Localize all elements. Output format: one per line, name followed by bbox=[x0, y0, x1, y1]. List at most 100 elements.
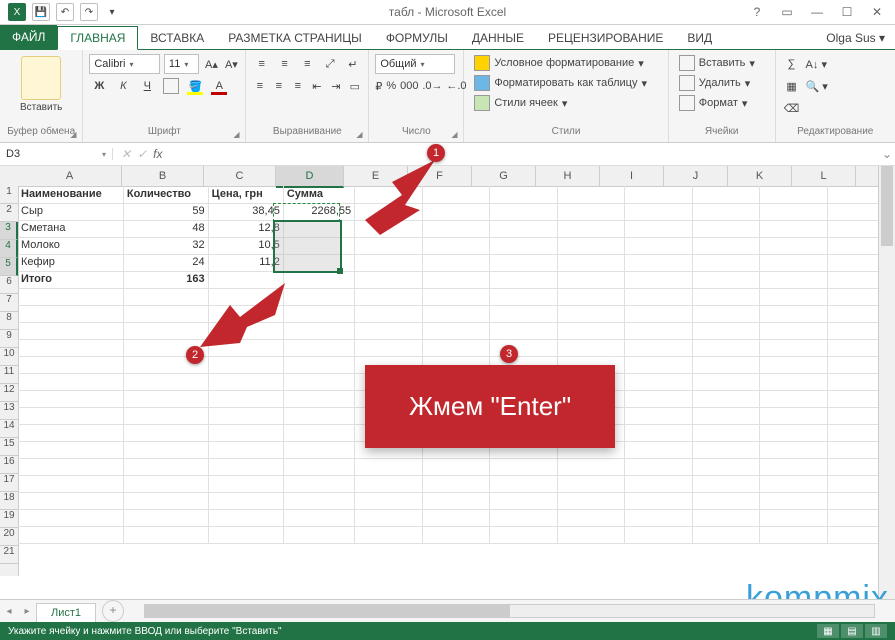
dialog-launcher-icon[interactable]: ◢ bbox=[451, 130, 461, 140]
cell[interactable] bbox=[558, 526, 625, 544]
cell[interactable] bbox=[625, 254, 692, 272]
column-header[interactable]: L bbox=[792, 166, 856, 186]
cell[interactable] bbox=[209, 271, 284, 289]
cell[interactable] bbox=[284, 288, 355, 306]
row-header[interactable]: 11 bbox=[0, 366, 18, 384]
cell[interactable] bbox=[18, 475, 124, 493]
cell[interactable] bbox=[284, 475, 355, 493]
cell[interactable] bbox=[760, 305, 827, 323]
cell[interactable] bbox=[625, 186, 692, 204]
paste-button[interactable]: Вставить bbox=[20, 54, 62, 114]
cell[interactable] bbox=[355, 526, 422, 544]
sheet-nav-prev-icon[interactable]: ◂ bbox=[0, 606, 18, 617]
cell[interactable] bbox=[284, 424, 355, 442]
cell[interactable] bbox=[490, 509, 557, 527]
cell[interactable] bbox=[423, 305, 490, 323]
cell[interactable] bbox=[490, 271, 557, 289]
font-color-button[interactable]: A bbox=[209, 76, 229, 96]
cell[interactable] bbox=[625, 441, 692, 459]
cell[interactable]: Сметана bbox=[18, 220, 124, 238]
cell[interactable] bbox=[760, 271, 827, 289]
expand-formula-bar-icon[interactable]: ⌄ bbox=[879, 147, 895, 161]
cell[interactable] bbox=[355, 254, 422, 272]
cell[interactable] bbox=[760, 186, 827, 204]
fx-icon[interactable]: fx bbox=[153, 147, 162, 161]
cell[interactable] bbox=[625, 458, 692, 476]
cell[interactable] bbox=[355, 271, 422, 289]
cell[interactable] bbox=[490, 458, 557, 476]
cell[interactable] bbox=[558, 254, 625, 272]
cell[interactable] bbox=[284, 390, 355, 408]
cell[interactable] bbox=[490, 237, 557, 255]
cell[interactable] bbox=[355, 305, 422, 323]
cell[interactable] bbox=[625, 407, 692, 425]
column-header[interactable]: I bbox=[600, 166, 664, 186]
cell[interactable] bbox=[490, 492, 557, 510]
excel-app-icon[interactable]: X bbox=[8, 3, 26, 21]
cell[interactable] bbox=[124, 390, 209, 408]
border-button[interactable] bbox=[161, 76, 181, 96]
ribbon-display-icon[interactable]: ▭ bbox=[773, 2, 801, 22]
dialog-launcher-icon[interactable]: ◢ bbox=[233, 130, 243, 140]
decrease-font-icon[interactable]: A▾ bbox=[223, 54, 239, 74]
cell[interactable] bbox=[284, 356, 355, 374]
cell[interactable] bbox=[18, 407, 124, 425]
cell[interactable] bbox=[423, 237, 490, 255]
number-format-combo[interactable]: Общий▾ bbox=[375, 54, 455, 74]
cell[interactable] bbox=[693, 220, 760, 238]
cell[interactable] bbox=[18, 373, 124, 391]
cell[interactable] bbox=[625, 271, 692, 289]
cell[interactable] bbox=[760, 475, 827, 493]
cell[interactable] bbox=[423, 186, 490, 204]
currency-icon[interactable]: ₽ bbox=[375, 76, 382, 96]
column-header[interactable]: J bbox=[664, 166, 728, 186]
row-header[interactable]: 3 bbox=[0, 222, 18, 240]
cell[interactable] bbox=[760, 339, 827, 357]
format-cells-button[interactable]: Формат ▾ bbox=[675, 94, 769, 112]
cell[interactable] bbox=[693, 237, 760, 255]
cell[interactable] bbox=[423, 339, 490, 357]
cell[interactable] bbox=[355, 509, 422, 527]
tab-formulas[interactable]: ФОРМУЛЫ bbox=[374, 27, 460, 49]
fill-icon[interactable]: ▦ bbox=[782, 76, 802, 96]
cell[interactable] bbox=[625, 203, 692, 221]
cell[interactable] bbox=[423, 254, 490, 272]
cell[interactable] bbox=[760, 407, 827, 425]
row-header[interactable]: 6 bbox=[0, 276, 18, 294]
row-header[interactable]: 17 bbox=[0, 474, 18, 492]
conditional-formatting-button[interactable]: Условное форматирование ▾ bbox=[470, 54, 661, 72]
cell[interactable] bbox=[423, 509, 490, 527]
cell[interactable] bbox=[355, 186, 422, 204]
cell[interactable] bbox=[693, 322, 760, 340]
help-icon[interactable]: ? bbox=[743, 2, 771, 22]
cell[interactable] bbox=[124, 424, 209, 442]
cell[interactable] bbox=[558, 237, 625, 255]
cell[interactable] bbox=[284, 492, 355, 510]
cell[interactable] bbox=[760, 322, 827, 340]
cell[interactable] bbox=[209, 356, 284, 374]
row-header[interactable]: 13 bbox=[0, 402, 18, 420]
cell[interactable] bbox=[124, 492, 209, 510]
save-icon[interactable]: 💾 bbox=[32, 3, 50, 21]
cell[interactable] bbox=[18, 458, 124, 476]
cell[interactable] bbox=[693, 492, 760, 510]
font-size-combo[interactable]: 11▾ bbox=[164, 54, 200, 74]
cell[interactable] bbox=[693, 271, 760, 289]
clear-icon[interactable]: ⌫ bbox=[782, 98, 802, 118]
cell[interactable] bbox=[124, 407, 209, 425]
cell[interactable]: 59 bbox=[124, 203, 209, 221]
cell[interactable] bbox=[18, 526, 124, 544]
cell[interactable] bbox=[209, 339, 284, 357]
cell[interactable] bbox=[124, 305, 209, 323]
orientation-icon[interactable]: ⤢ bbox=[321, 54, 340, 74]
cell[interactable] bbox=[284, 271, 355, 289]
cell[interactable] bbox=[625, 237, 692, 255]
decrease-indent-icon[interactable]: ⇤ bbox=[309, 76, 324, 96]
cell[interactable] bbox=[760, 373, 827, 391]
percent-icon[interactable]: % bbox=[386, 76, 396, 96]
cell[interactable] bbox=[124, 288, 209, 306]
insert-cells-button[interactable]: Вставить ▾ bbox=[675, 54, 769, 72]
cell[interactable] bbox=[355, 237, 422, 255]
align-bottom-icon[interactable]: ≡ bbox=[298, 54, 317, 74]
cell[interactable] bbox=[760, 390, 827, 408]
